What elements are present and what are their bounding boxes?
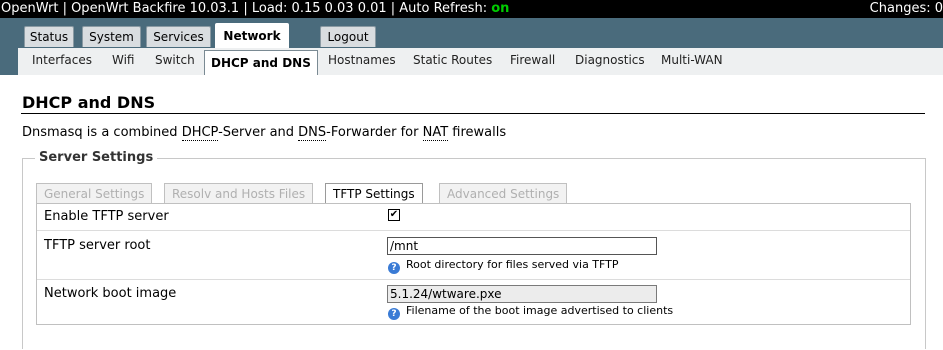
tab-tftp-settings[interactable]: TFTP Settings [325,183,423,205]
subtab-firewall[interactable]: Firewall [510,53,555,67]
status-text: OpenWrt | OpenWrt Backfire 10.03.1 | Loa… [1,0,509,17]
tftp-root-help-text: Root directory for files served via TFTP [406,258,619,271]
form-row-tftp-root: TFTP server root /mnt ? Root directory fo… [37,231,910,280]
help-icon: ? [388,308,400,320]
auto-refresh-toggle[interactable]: on [491,1,509,16]
help-icon: ? [388,262,400,274]
status-bar: OpenWrt | OpenWrt Backfire 10.03.1 | Loa… [0,0,943,18]
tab-services[interactable]: Services [146,26,211,47]
main-content: DHCP and DNS Dnsmasq is a combined DHCP-… [18,75,943,350]
form-row-boot-image: Network boot image 5.1.24/wtware.pxe ? Fi… [37,280,910,323]
abbr-dns: DNS [298,125,327,141]
status-prefix: OpenWrt | OpenWrt Backfire 10.03.1 | Loa… [1,1,492,16]
subtab-hostnames[interactable]: Hostnames [328,53,396,67]
boot-image-input[interactable]: 5.1.24/wtware.pxe [387,285,657,303]
tab-logout[interactable]: Logout [320,26,376,47]
enable-tftp-checkbox[interactable]: ✔ [388,209,400,221]
desc-text: firewalls [448,125,507,140]
subtab-multi-wan[interactable]: Multi-WAN [661,53,723,67]
tftp-root-help: ? Root directory for files served via TFT… [388,258,619,274]
desc-text: Dnsmasq is a combined [22,125,182,140]
page-title: DHCP and DNS [22,93,156,112]
boot-image-help: ? Filename of the boot image advertised t… [388,304,673,320]
main-menu: Status System Services Network Logout [0,18,943,49]
tftp-root-label: TFTP server root [44,238,151,253]
boot-image-label: Network boot image [44,286,177,301]
desc-text: -Server and [218,125,299,140]
desc-text: -Forwarder for [326,125,423,140]
tab-system[interactable]: System [82,26,141,47]
tftp-root-input[interactable]: /mnt [387,237,657,255]
boot-image-help-text: Filename of the boot image advertised to… [406,304,674,317]
subtab-interfaces[interactable]: Interfaces [32,53,92,67]
subtab-dhcp-dns[interactable]: DHCP and DNS [204,50,318,75]
page-description: Dnsmasq is a combined DHCP-Server and DN… [22,125,507,141]
sub-menu: Interfaces Wifi Switch DHCP and DNS Host… [0,48,943,75]
abbr-dhcp: DHCP [181,125,219,141]
tab-status[interactable]: Status [24,26,74,47]
server-settings-section: Server Settings General Settings Resolv … [22,150,926,349]
tftp-settings-panel: Enable TFTP server ✔ TFTP server root /m… [36,203,911,325]
section-legend: Server Settings [35,150,158,165]
abbr-nat: NAT [422,125,449,141]
title-divider [21,113,925,114]
changes-link[interactable]: Changes: 0 [870,0,943,17]
enable-tftp-label: Enable TFTP server [44,209,169,224]
form-row-enable-tftp: Enable TFTP server ✔ [37,204,910,231]
tab-network[interactable]: Network [215,23,289,49]
tab-general-settings[interactable]: General Settings [36,183,153,204]
tab-advanced-settings[interactable]: Advanced Settings [439,183,568,204]
tab-resolv-hosts[interactable]: Resolv and Hosts Files [164,183,314,204]
subtab-switch[interactable]: Switch [155,53,195,67]
subtab-wifi[interactable]: Wifi [112,53,135,67]
subtab-static-routes[interactable]: Static Routes [413,53,492,67]
subtab-diagnostics[interactable]: Diagnostics [575,53,645,67]
